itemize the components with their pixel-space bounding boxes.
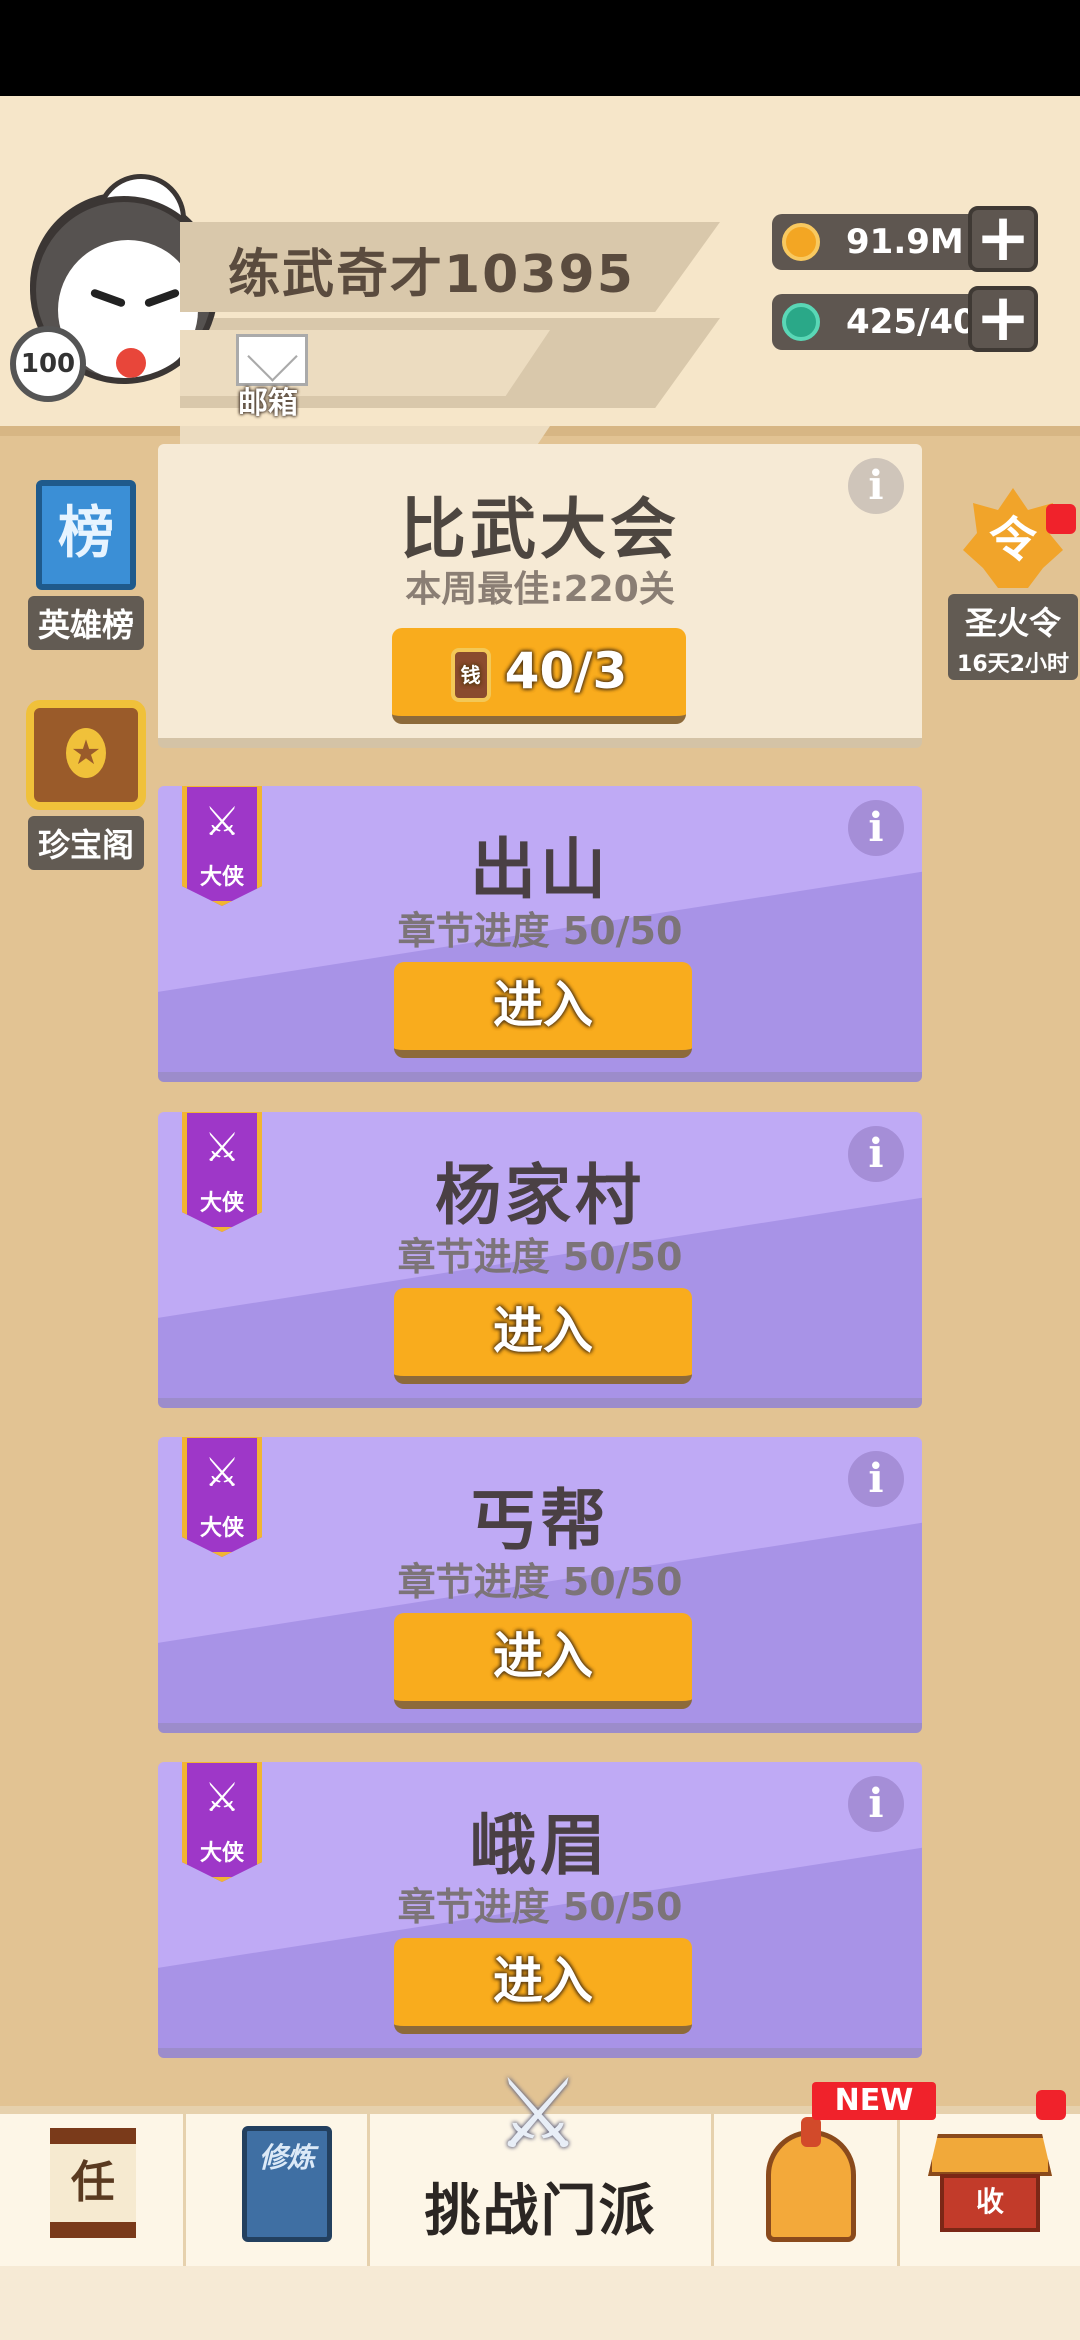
add-jade-button[interactable]: + <box>968 285 1038 352</box>
ticket-count: 40/3 <box>504 642 628 700</box>
chapter-progress: 章节进度 50/50 <box>397 909 683 953</box>
jade-drop-icon <box>782 303 820 341</box>
chapter-card: ⚔ 大侠 i 峨眉 章节进度 50/50 进入 <box>158 1762 922 2058</box>
nav-collect[interactable]: 收 <box>900 2114 1080 2266</box>
shop-sign: 收 <box>940 2174 1040 2232</box>
plus-icon: + <box>975 199 1031 276</box>
helmet-icon <box>766 2117 856 2242</box>
enter-button[interactable]: 进入 <box>394 1938 692 2034</box>
nav-tasks[interactable]: 任 <box>0 2114 186 2266</box>
level-badge: 100 <box>10 326 86 402</box>
task-scroll-icon: 任 <box>50 2128 136 2238</box>
tournament-best: 本周最佳:220关 <box>405 569 675 610</box>
star-icon: ★ <box>66 728 106 778</box>
chapter-title: 丐帮 <box>470 1482 610 1559</box>
enter-button[interactable]: 进入 <box>394 1613 692 1709</box>
treasure-button[interactable]: ★ 珍宝阁 <box>18 700 154 870</box>
chapter-card: ⚔ 大侠 i 出山 章节进度 50/50 进入 <box>158 786 922 1082</box>
tournament-enter-button[interactable]: 钱 40/3 <box>392 628 686 724</box>
mail-label[interactable]: 邮箱 <box>238 378 298 422</box>
plus-icon: + <box>975 279 1031 356</box>
chapter-progress: 章节进度 50/50 <box>397 1560 683 1604</box>
chapter-title: 出山 <box>470 831 610 908</box>
enter-button[interactable]: 进入 <box>394 1288 692 1384</box>
shop-roof <box>928 2134 1052 2176</box>
ranking-banner-icon: 榜 <box>36 480 136 590</box>
avatar-mouth <box>116 348 146 378</box>
gold-coin-icon <box>782 223 820 261</box>
ranking-button[interactable]: 榜 英雄榜 <box>22 480 150 650</box>
nav-warrior[interactable] <box>714 2114 900 2266</box>
chapter-card: ⚔ 大侠 i 杨家村 章节进度 50/50 进入 <box>158 1112 922 1408</box>
ranking-label: 英雄榜 <box>27 596 144 650</box>
chapter-title: 杨家村 <box>435 1157 645 1234</box>
shop-building-icon: 收 <box>928 2134 1052 2234</box>
chapter-card: ⚔ 大侠 i 丐帮 章节进度 50/50 进入 <box>158 1437 922 1733</box>
gold-value: 91.9M <box>846 222 964 262</box>
treasure-chest-icon: ★ <box>26 700 146 810</box>
status-bar <box>0 0 1080 96</box>
enter-button[interactable]: 进入 <box>394 962 692 1058</box>
treasure-label: 珍宝阁 <box>27 816 144 870</box>
cultivate-book-icon: 修炼 <box>242 2126 332 2242</box>
player-name: 练武奇才10395 <box>228 245 635 305</box>
nav-cultivate[interactable]: 修炼 <box>186 2114 370 2266</box>
ticket-icon: 钱 <box>450 647 491 702</box>
flame-token-icon: 令 <box>963 488 1063 588</box>
challenge-label: 挑战门派 <box>424 2179 657 2244</box>
holy-token-timer: 16天2小时 <box>948 644 1078 680</box>
holy-token-label: 圣火令 <box>948 594 1078 648</box>
chapter-progress: 章节进度 50/50 <box>397 1885 683 1929</box>
notification-dot <box>1046 504 1076 534</box>
chapter-title: 峨眉 <box>470 1807 610 1884</box>
crossed-swords-icon: ⚔ <box>494 2058 582 2170</box>
notification-dot <box>1036 2090 1066 2120</box>
add-gold-button[interactable]: + <box>968 205 1038 272</box>
tournament-title: 比武大会 <box>400 491 680 568</box>
bottom-strip <box>0 2266 1080 2340</box>
jade-value: 425/40 <box>846 302 977 342</box>
chapter-progress: 章节进度 50/50 <box>397 1235 683 1279</box>
tournament-card: i 比武大会 本周最佳:220关 钱 40/3 <box>158 444 922 748</box>
new-badge: NEW <box>812 2082 936 2120</box>
